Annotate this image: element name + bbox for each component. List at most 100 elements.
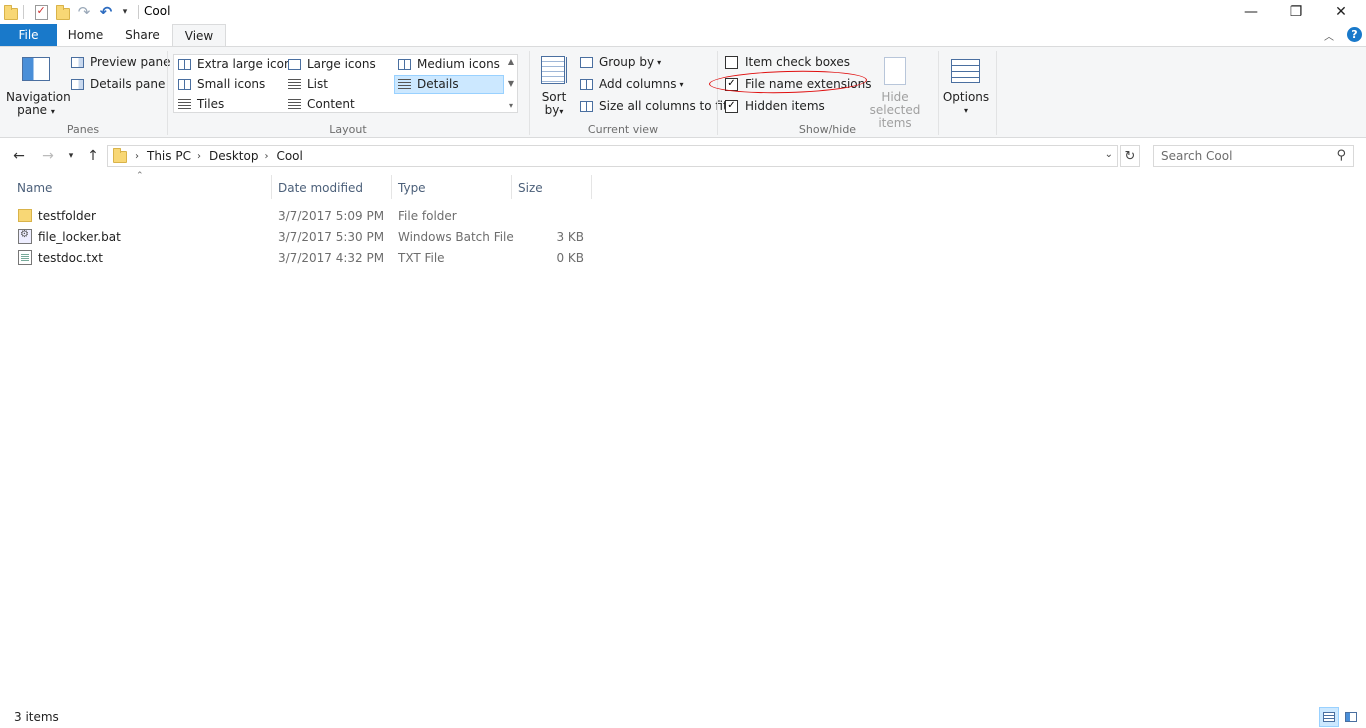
window-title: Cool bbox=[144, 4, 171, 18]
navigation-pane-label-line2: pane bbox=[17, 103, 48, 117]
forward-button[interactable]: → bbox=[39, 146, 57, 166]
minimize-button[interactable]: — bbox=[1228, 0, 1274, 24]
close-icon: ✕ bbox=[1335, 4, 1347, 20]
tab-share[interactable]: Share bbox=[114, 24, 171, 46]
details-pane-button[interactable]: Details pane bbox=[71, 77, 165, 91]
file-size bbox=[514, 205, 584, 226]
file-name-cell[interactable]: testfolder bbox=[18, 205, 96, 226]
chevron-right-icon[interactable]: › bbox=[264, 151, 268, 162]
group-separator bbox=[938, 51, 939, 135]
folder-icon bbox=[113, 147, 127, 166]
column-header-name[interactable]: Name bbox=[11, 177, 271, 199]
layout-medium-icons[interactable]: Medium icons bbox=[398, 57, 500, 71]
file-list: ⌃ Name Date modified Type Size testfolde… bbox=[0, 171, 1366, 701]
layout-large-icons-label: Large icons bbox=[307, 57, 376, 71]
customize-dropdown-icon[interactable]: ▾ bbox=[119, 3, 131, 21]
breadcrumb-desktop[interactable]: Desktop bbox=[209, 149, 259, 163]
address-history-dropdown-icon[interactable]: ⌄ bbox=[1105, 149, 1113, 160]
layout-tiles[interactable]: Tiles bbox=[178, 97, 224, 111]
navigation-pane-icon[interactable] bbox=[22, 57, 50, 81]
options-label: Options bbox=[942, 90, 990, 104]
properties-icon[interactable] bbox=[33, 3, 49, 21]
file-row[interactable]: testdoc.txt 3/7/2017 4:32 PM TXT File 0 … bbox=[14, 247, 592, 268]
restore-icon: ❐ bbox=[1289, 4, 1303, 20]
tab-file[interactable]: File bbox=[0, 24, 57, 46]
new-folder-icon[interactable] bbox=[56, 3, 70, 21]
file-name-extensions-toggle[interactable]: ✓ File name extensions bbox=[725, 77, 872, 91]
address-bar[interactable]: › This PC › Desktop › Cool ⌄ bbox=[107, 145, 1118, 167]
layout-list[interactable]: List bbox=[288, 77, 328, 91]
details-view-icon bbox=[1323, 712, 1335, 722]
add-columns-button[interactable]: Add columns ▾ bbox=[580, 77, 684, 91]
layout-large-icons[interactable]: Large icons bbox=[288, 57, 376, 71]
extra-large-icons-icon bbox=[178, 58, 191, 70]
layout-details-label: Details bbox=[417, 77, 459, 91]
hidden-items-toggle[interactable]: ✓ Hidden items bbox=[725, 99, 825, 113]
hidden-items-label: Hidden items bbox=[745, 99, 825, 113]
file-name-extensions-checkbox[interactable]: ✓ bbox=[725, 77, 738, 91]
minimize-icon: — bbox=[1244, 4, 1258, 20]
file-name-cell[interactable]: file_locker.bat bbox=[18, 226, 121, 247]
item-check-boxes-checkbox[interactable] bbox=[725, 55, 738, 69]
layout-content-label: Content bbox=[307, 97, 355, 111]
preview-pane-button[interactable]: Preview pane bbox=[71, 55, 170, 69]
up-button[interactable]: ↑ bbox=[84, 146, 102, 166]
group-by-button[interactable]: Group by ▾ bbox=[580, 55, 661, 69]
sort-by-icon[interactable] bbox=[541, 56, 565, 84]
undo-icon[interactable]: ↷ bbox=[77, 3, 91, 21]
sort-by-button[interactable]: Sort by▾ bbox=[536, 91, 572, 118]
recent-locations-button[interactable]: ▾ bbox=[65, 146, 77, 166]
size-columns-button[interactable]: Size all columns to fit bbox=[580, 99, 728, 113]
redo-icon[interactable]: ↶ bbox=[98, 3, 114, 21]
group-label-show-hide: Show/hide bbox=[798, 123, 857, 136]
column-divider[interactable] bbox=[591, 175, 592, 199]
breadcrumb-this-pc[interactable]: This PC bbox=[147, 149, 191, 163]
file-name-cell[interactable]: testdoc.txt bbox=[18, 247, 103, 268]
details-view-button[interactable] bbox=[1319, 707, 1339, 727]
column-header-type[interactable]: Type bbox=[392, 177, 512, 199]
search-box[interactable]: ⚲ bbox=[1153, 145, 1354, 167]
column-header-size[interactable]: Size bbox=[512, 177, 592, 199]
hidden-items-checkbox[interactable]: ✓ bbox=[725, 99, 738, 113]
chevron-down-icon: ▾ bbox=[963, 106, 968, 115]
file-type: TXT File bbox=[398, 250, 445, 265]
layout-content[interactable]: Content bbox=[288, 97, 355, 111]
layout-extra-large-icons[interactable]: Extra large icons bbox=[178, 57, 298, 71]
folder-icon[interactable] bbox=[4, 3, 18, 21]
ribbon-view: Navigation pane ▾ Preview pane Details p… bbox=[0, 46, 1366, 138]
sort-arrow-icon bbox=[566, 57, 569, 83]
column-header-date-modified[interactable]: Date modified bbox=[272, 177, 392, 199]
tab-view[interactable]: View bbox=[172, 24, 226, 47]
group-by-label: Group by bbox=[599, 55, 655, 69]
layout-gallery-scroller[interactable]: ▲ ▼ ▾ bbox=[505, 55, 517, 112]
file-row[interactable]: file_locker.bat 3/7/2017 5:30 PM Windows… bbox=[14, 226, 592, 247]
close-button[interactable]: ✕ bbox=[1318, 0, 1364, 24]
chevron-right-icon[interactable]: › bbox=[135, 151, 139, 162]
tab-home[interactable]: Home bbox=[57, 24, 114, 46]
layout-small-icons[interactable]: Small icons bbox=[178, 77, 265, 91]
maximize-button[interactable]: ❐ bbox=[1273, 0, 1319, 24]
file-row[interactable]: testfolder 3/7/2017 5:09 PM File folder bbox=[14, 205, 592, 226]
options-icon[interactable] bbox=[951, 59, 980, 83]
large-icons-view-button[interactable] bbox=[1341, 707, 1361, 727]
search-input[interactable] bbox=[1161, 149, 1331, 163]
scroll-up-icon[interactable]: ▲ bbox=[508, 57, 514, 66]
help-icon[interactable]: ? bbox=[1347, 27, 1362, 42]
breadcrumb-cool[interactable]: Cool bbox=[276, 149, 302, 163]
search-icon[interactable]: ⚲ bbox=[1336, 148, 1346, 163]
item-check-boxes-toggle[interactable]: Item check boxes bbox=[725, 55, 850, 69]
scroll-down-icon[interactable]: ▼ bbox=[508, 79, 514, 88]
back-button[interactable]: ← bbox=[10, 146, 28, 166]
chevron-right-icon[interactable]: › bbox=[197, 151, 201, 162]
layout-details[interactable]: Details bbox=[398, 77, 459, 91]
options-button[interactable]: Options ▾ bbox=[940, 91, 992, 117]
navigation-pane-button[interactable]: Navigation pane ▾ bbox=[6, 91, 71, 118]
large-icons-icon bbox=[288, 58, 301, 70]
file-name: file_locker.bat bbox=[38, 229, 121, 244]
collapse-ribbon-icon[interactable]: ︿ bbox=[1324, 28, 1334, 43]
gallery-expand-icon[interactable]: ▾ bbox=[509, 101, 513, 110]
arrow-left-icon: ← bbox=[13, 148, 25, 164]
refresh-button[interactable]: ↻ bbox=[1120, 145, 1140, 167]
chevron-down-icon: ▾ bbox=[68, 151, 74, 161]
add-columns-icon bbox=[580, 78, 593, 90]
